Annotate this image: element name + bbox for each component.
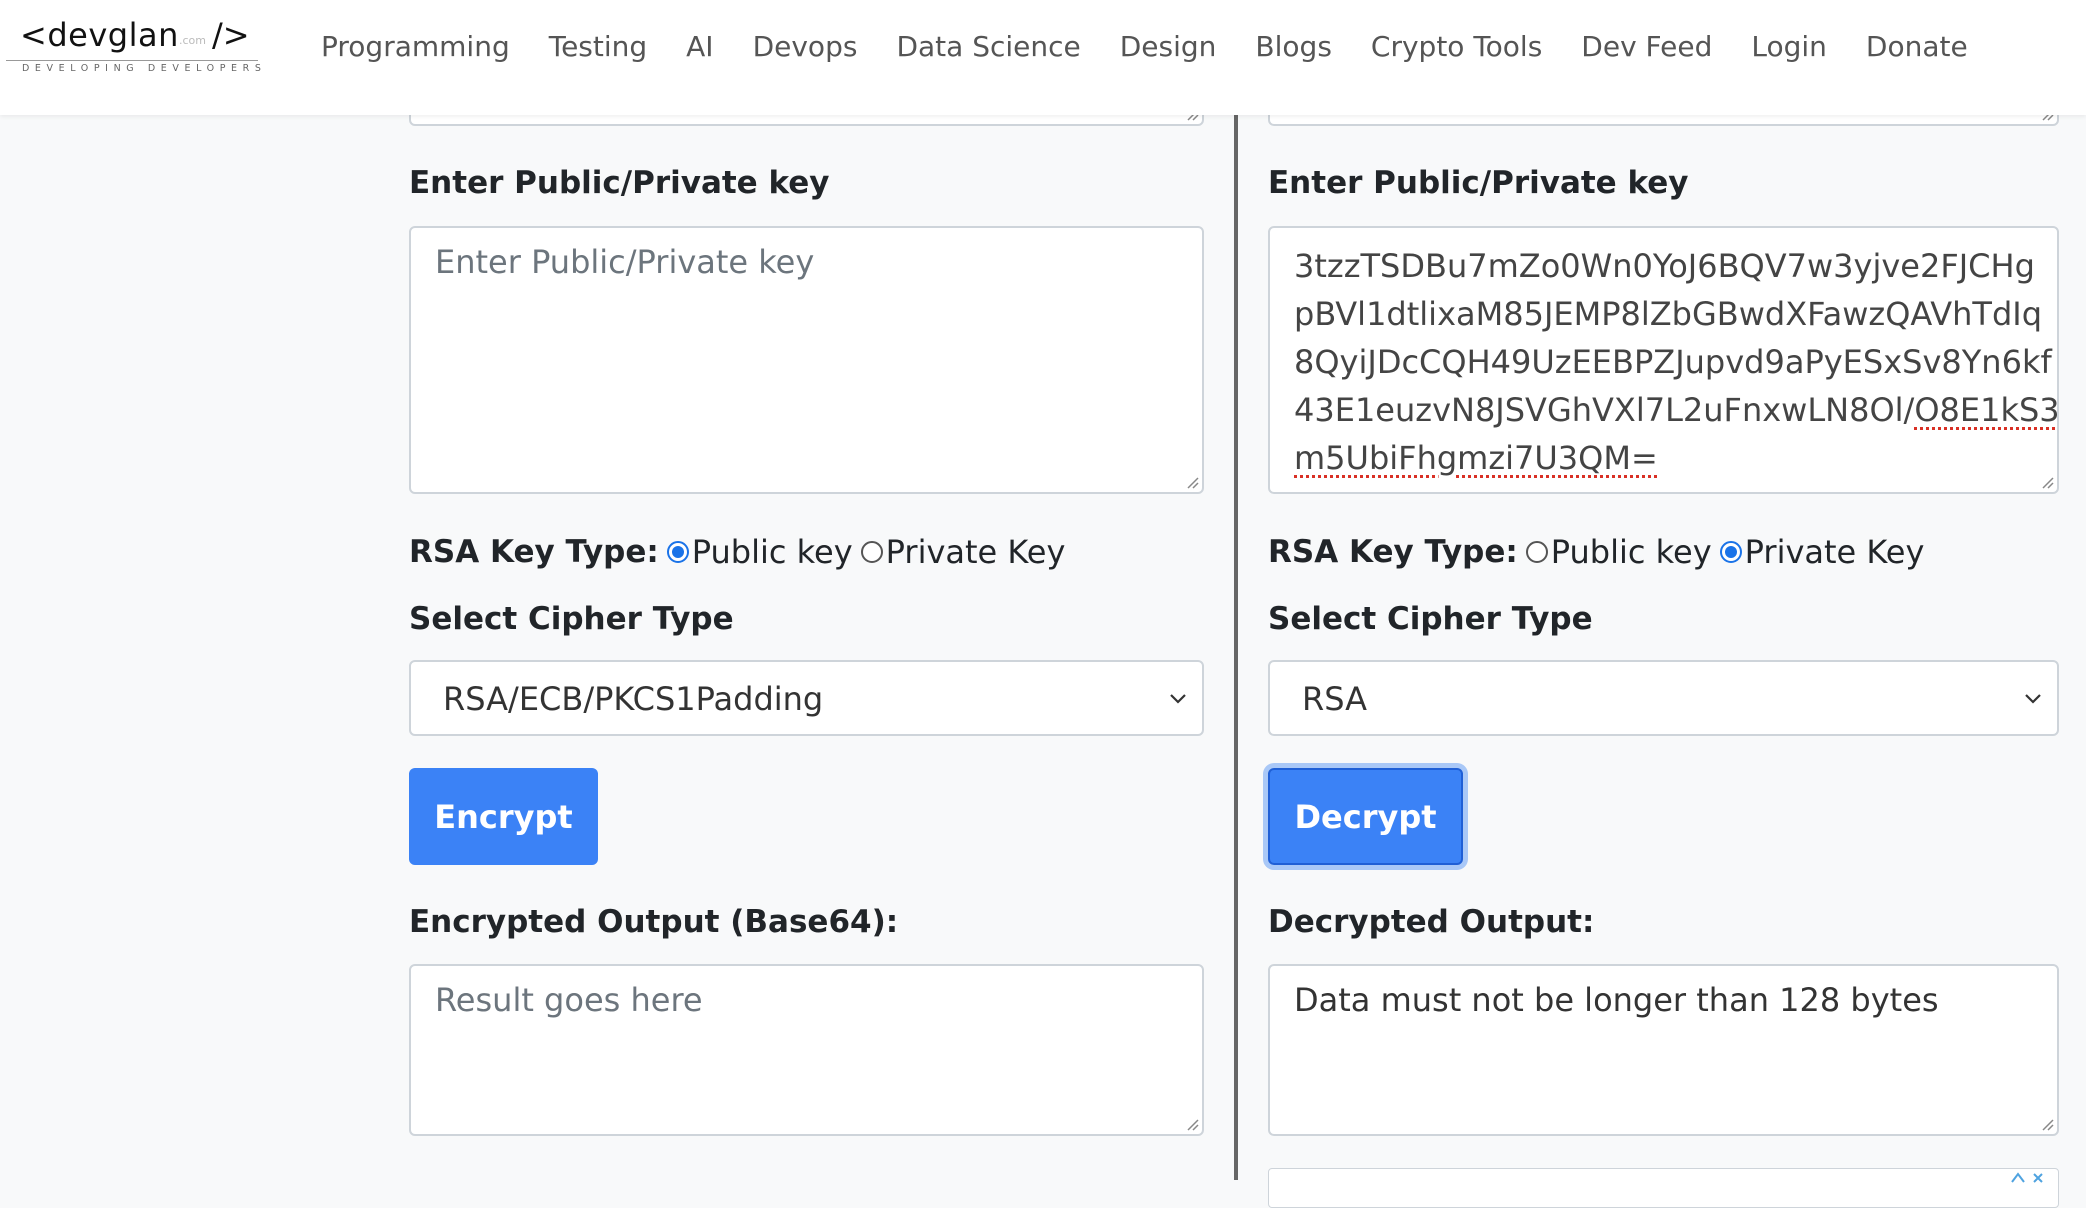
encrypt-radio-private-label[interactable]: Private Key — [886, 532, 1066, 572]
decrypt-radio-public-label[interactable]: Public key — [1551, 532, 1712, 572]
resize-grip-icon[interactable] — [2040, 1117, 2054, 1131]
nav-testing[interactable]: Testing — [549, 30, 647, 64]
encrypted-output-textarea[interactable]: Result goes here — [409, 964, 1204, 1136]
devglan-logo[interactable]: <devglan .com /> DEVELOPING DEVELOPERS — [6, 12, 261, 76]
encrypt-cipher-label: Select Cipher Type — [409, 601, 734, 637]
encrypted-output-placeholder: Result goes here — [435, 981, 703, 1019]
decrypt-button[interactable]: Decrypt — [1268, 768, 1463, 865]
key-line: 43E1euzvN8JSVGhVXl7L2uFnxwLN8Ol/O8E1kS3Q — [1294, 386, 2059, 434]
key-line-part: 43E1euzvN8JSVGhVXl7L2uFnxwLN8Ol/ — [1294, 391, 1915, 429]
nav-crypto-tools[interactable]: Crypto Tools — [1371, 30, 1542, 64]
main-nav: Programming Testing AI Devops Data Scien… — [321, 30, 1968, 64]
key-line: m5UbiFhgmzi7U3QM= — [1294, 434, 2057, 482]
logo-suffix: .com — [179, 34, 206, 47]
decrypt-radio-private[interactable] — [1719, 541, 1742, 563]
decrypt-radio-private-label[interactable]: Private Key — [1745, 532, 1925, 572]
decrypt-key-content: 3tzzTSDBu7mZo0Wn0YoJ6BQV7w3yjve2FJCHg pB… — [1294, 228, 2059, 482]
decrypt-key-textarea[interactable]: 3tzzTSDBu7mZo0Wn0YoJ6BQV7w3yjve2FJCHg pB… — [1268, 226, 2059, 494]
resize-grip-icon[interactable] — [1185, 475, 1199, 489]
nav-programming[interactable]: Programming — [321, 30, 510, 64]
decrypt-cipher-value: RSA — [1302, 680, 1368, 718]
top-navbar: <devglan .com /> DEVELOPING DEVELOPERS P… — [0, 0, 2086, 115]
decrypt-key-label: Enter Public/Private key — [1268, 165, 1689, 201]
chevron-down-icon — [1170, 694, 1186, 704]
decrypt-key-type-label: RSA Key Type: — [1268, 534, 1518, 570]
key-line: 3tzzTSDBu7mZo0Wn0YoJ6BQV7w3yjve2FJCHg — [1294, 247, 2035, 285]
decrypted-output-textarea[interactable]: Data must not be longer than 128 bytes — [1268, 964, 2059, 1136]
encrypt-key-type-row: RSA Key Type: Public key Private Key — [409, 532, 1073, 572]
resize-grip-icon[interactable] — [1185, 1117, 1199, 1131]
decrypted-output-value: Data must not be longer than 128 bytes — [1294, 981, 1939, 1019]
decrypt-cipher-label: Select Cipher Type — [1268, 601, 1593, 637]
nav-ai[interactable]: AI — [686, 30, 713, 64]
nav-login[interactable]: Login — [1751, 30, 1827, 64]
decrypted-output-label: Decrypted Output: — [1268, 904, 1595, 940]
encrypt-radio-public-label[interactable]: Public key — [692, 532, 853, 572]
encrypt-cipher-select[interactable]: RSA/ECB/PKCS1Padding — [409, 660, 1204, 736]
encrypt-key-textarea[interactable]: Enter Public/Private key — [409, 226, 1204, 494]
nav-devops[interactable]: Devops — [753, 30, 858, 64]
key-line-part: O8E1kS3Q — [1914, 391, 2059, 429]
nav-blogs[interactable]: Blogs — [1255, 30, 1331, 64]
encrypt-radio-private[interactable] — [860, 541, 883, 563]
decrypt-radio-public[interactable] — [1525, 541, 1548, 563]
encrypt-button[interactable]: Encrypt — [409, 768, 598, 865]
key-line-partial — [1294, 228, 2057, 242]
encrypt-radio-public[interactable] — [666, 541, 689, 563]
encrypt-key-type-label: RSA Key Type: — [409, 534, 659, 570]
key-line: pBVl1dtlixaM85JEMP8lZbGBwdXFawzQAVhTdIq — [1294, 295, 2042, 333]
resize-grip-icon[interactable] — [2040, 475, 2054, 489]
panel-divider — [1234, 115, 1238, 1180]
nav-data-science[interactable]: Data Science — [896, 30, 1080, 64]
key-line: 8QyiJDcCQH49UzEEBPZJupvd9aPyESxSv8Yn6kf — [1294, 343, 2052, 381]
decrypt-key-type-row: RSA Key Type: Public key Private Key — [1268, 532, 1932, 572]
ad-container — [1268, 1168, 2059, 1208]
logo-underline — [6, 60, 258, 61]
logo-text: <devglan — [20, 16, 179, 54]
nav-donate[interactable]: Donate — [1866, 30, 1968, 64]
encrypt-key-placeholder: Enter Public/Private key — [435, 243, 815, 281]
ad-info-icon[interactable] — [2008, 1172, 2048, 1186]
key-line-part: m5UbiFhgmzi7U3QM= — [1294, 439, 1658, 477]
logo-close-tag: /> — [212, 16, 250, 54]
chevron-down-icon — [2025, 694, 2041, 704]
nav-design[interactable]: Design — [1120, 30, 1217, 64]
encrypt-cipher-value: RSA/ECB/PKCS1Padding — [443, 680, 824, 718]
encrypt-key-label: Enter Public/Private key — [409, 165, 830, 201]
logo-tagline: DEVELOPING DEVELOPERS — [22, 63, 267, 74]
encrypted-output-label: Encrypted Output (Base64): — [409, 904, 899, 940]
nav-dev-feed[interactable]: Dev Feed — [1581, 30, 1712, 64]
decrypt-cipher-select[interactable]: RSA — [1268, 660, 2059, 736]
